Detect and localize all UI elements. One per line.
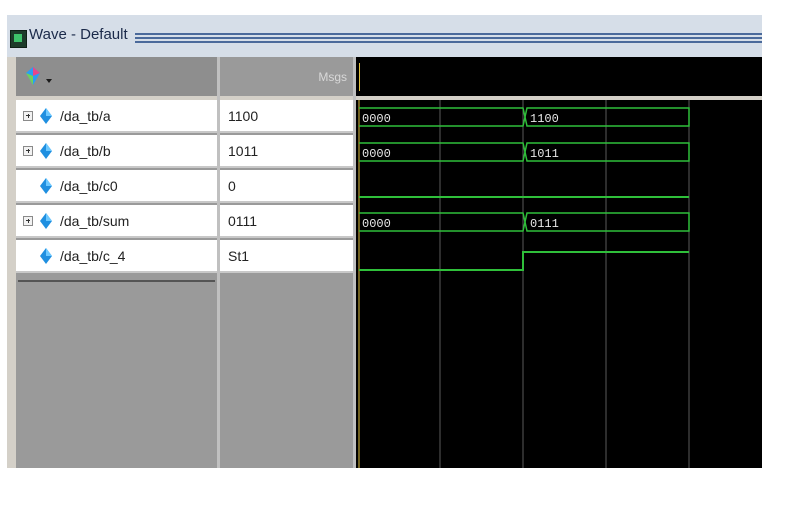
signal-icon xyxy=(40,108,52,124)
chevron-down-icon[interactable] xyxy=(46,79,52,83)
signal-names-header[interactable] xyxy=(16,57,217,96)
signal-name: /da_tb/b xyxy=(60,143,111,159)
signal-row[interactable]: /da_tb/sum xyxy=(16,205,217,238)
title-bar[interactable]: Wave - Default xyxy=(7,15,762,57)
bus-waveform-b: 0000 1011 xyxy=(359,142,690,162)
time-cursor-marker[interactable] xyxy=(359,63,360,91)
title-bar-grip[interactable] xyxy=(135,33,762,45)
signal-name: /da_tb/c_4 xyxy=(60,248,126,264)
signal-icon xyxy=(40,248,52,264)
waveform-pane[interactable]: 0000 1100 0000 1011 0000 0111 xyxy=(356,100,762,468)
window-title: Wave - Default xyxy=(29,26,128,43)
bus-value-label: 1100 xyxy=(530,112,559,126)
bus-value-label: 0000 xyxy=(362,112,391,126)
bus-value-label: 0000 xyxy=(362,147,391,161)
signal-name: /da_tb/c0 xyxy=(60,178,118,194)
wire-waveform-c4 xyxy=(359,251,689,271)
signal-value: St1 xyxy=(228,248,250,264)
expand-icon[interactable] xyxy=(23,111,33,121)
signal-icon xyxy=(40,213,52,229)
signal-value: 1100 xyxy=(228,108,259,124)
wave-tool-icon[interactable] xyxy=(26,67,40,85)
expand-icon[interactable] xyxy=(23,216,33,226)
values-header-label: Msgs xyxy=(318,70,347,84)
signal-values-pane: 1100 1011 0 0111 St1 xyxy=(220,100,353,468)
value-row: 1011 xyxy=(220,135,353,168)
signal-row[interactable]: /da_tb/c_4 xyxy=(16,240,217,273)
value-row: 0 xyxy=(220,170,353,203)
values-header: Msgs xyxy=(220,57,353,96)
signal-row[interactable]: /da_tb/c0 xyxy=(16,170,217,203)
signal-row[interactable]: /da_tb/a xyxy=(16,100,217,133)
signal-value: 0111 xyxy=(228,213,258,229)
bus-value-label: 0111 xyxy=(530,217,559,231)
wave-timeline-header[interactable] xyxy=(356,57,762,96)
signal-name: /da_tb/sum xyxy=(60,213,130,229)
value-row: St1 xyxy=(220,240,353,273)
waveform-canvas[interactable]: 0000 1100 0000 1011 0000 0111 xyxy=(356,100,762,468)
signal-name: /da_tb/a xyxy=(60,108,111,124)
value-row: 0111 xyxy=(220,205,353,238)
signal-icon xyxy=(40,143,52,159)
signal-value: 1011 xyxy=(228,143,259,159)
signal-icon xyxy=(40,178,52,194)
names-cursor-line xyxy=(18,280,215,282)
bus-waveform-a: 0000 1100 xyxy=(359,107,690,127)
wave-window-icon xyxy=(10,30,27,48)
expand-icon[interactable] xyxy=(23,146,33,156)
wave-window: Wave - Default Msgs /da_tb/a /da_tb/b /d… xyxy=(7,15,762,468)
bus-waveform-sum: 0000 0111 xyxy=(359,212,690,232)
signal-row[interactable]: /da_tb/b xyxy=(16,135,217,168)
bus-value-label: 1011 xyxy=(530,147,559,161)
signal-value: 0 xyxy=(228,178,236,194)
signal-names-pane: /da_tb/a /da_tb/b /da_tb/c0 /da_tb/sum /… xyxy=(16,100,217,468)
value-row: 1100 xyxy=(220,100,353,133)
bus-value-label: 0000 xyxy=(362,217,391,231)
